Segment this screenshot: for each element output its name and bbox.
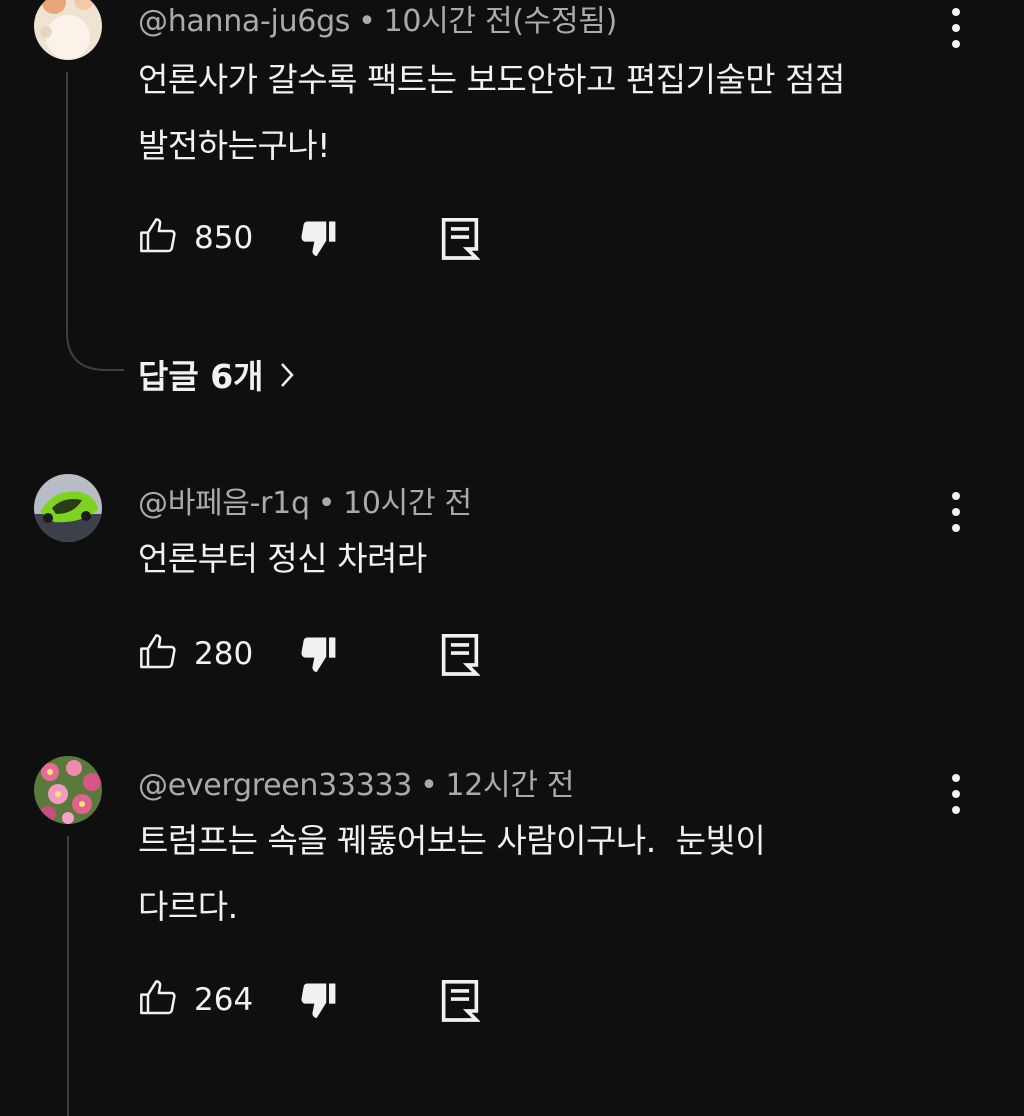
- more-vertical-icon: [952, 8, 960, 16]
- thumbs-down-icon: [301, 983, 336, 1018]
- like-count: 850: [194, 220, 254, 256]
- thumbs-up-icon: [140, 218, 176, 253]
- comment-meta: @hanna-ju6gs • 10시간 전(수정됨): [138, 0, 617, 40]
- comment-text-line: 트럼프는 속을 꿰뚫어보는 사람이구나. 눈빛이: [138, 821, 766, 860]
- like-button[interactable]: [138, 978, 182, 1022]
- like-button[interactable]: [138, 632, 182, 676]
- more-vertical-icon: [952, 774, 960, 782]
- comment-text: 언론부터 정신 차려라: [138, 526, 938, 592]
- dislike-button[interactable]: [296, 632, 342, 678]
- avatar[interactable]: [34, 0, 102, 60]
- author-name[interactable]: @evergreen33333: [138, 768, 412, 803]
- avatar[interactable]: [34, 474, 102, 542]
- thumbs-up-icon: [140, 980, 176, 1015]
- reply-comment-icon: [441, 634, 481, 676]
- comment-text: 트럼프는 속을 꿰뚫어보는 사람이구나. 눈빛이 다르다.: [138, 808, 938, 940]
- comment-meta: @바페음-r1q • 10시간 전: [138, 478, 472, 522]
- comment-time: 12시간 전: [445, 768, 575, 803]
- dislike-button[interactable]: [296, 978, 342, 1024]
- comment-time: 10시간 전: [343, 486, 472, 521]
- more-dot: [952, 508, 960, 516]
- meta-separator: •: [420, 768, 438, 803]
- more-options-button[interactable]: [944, 8, 968, 48]
- reply-button[interactable]: [440, 978, 482, 1024]
- dislike-button[interactable]: [296, 216, 342, 262]
- avatar[interactable]: [34, 756, 102, 824]
- thumbs-down-icon: [301, 637, 336, 672]
- meta-separator: •: [317, 486, 336, 521]
- more-dot: [952, 24, 960, 32]
- comment-text-line: 다르다.: [138, 887, 238, 926]
- replies-label: 답글 6개: [138, 357, 264, 396]
- more-dot: [952, 790, 960, 798]
- thumbs-up-icon: [140, 634, 176, 669]
- reply-comment-icon: [441, 218, 481, 260]
- more-options-button[interactable]: [944, 492, 968, 532]
- like-count: 264: [194, 982, 254, 1018]
- reply-button[interactable]: [440, 632, 482, 678]
- like-button[interactable]: [138, 216, 182, 260]
- thread-connector: [66, 72, 124, 371]
- more-dot: [952, 524, 960, 532]
- more-options-button[interactable]: [944, 774, 968, 814]
- thread-line: [67, 836, 69, 1116]
- thumbs-down-icon: [301, 221, 336, 256]
- view-replies-button[interactable]: 답글 6개: [138, 350, 296, 398]
- more-vertical-icon: [952, 492, 960, 500]
- chevron-right-icon: [278, 359, 296, 398]
- comment-text-line: 언론사가 갈수록 팩트는 보도안하고 편집기술만 점점: [138, 60, 845, 99]
- reply-comment-icon: [441, 980, 481, 1022]
- comment-meta: @evergreen33333 • 12시간 전: [138, 760, 574, 804]
- author-name[interactable]: @hanna-ju6gs: [138, 4, 350, 39]
- author-name[interactable]: @바페음-r1q: [138, 486, 310, 521]
- comment-text-line: 언론부터 정신 차려라: [138, 539, 427, 578]
- comment-time: 10시간 전(수정됨): [383, 4, 618, 39]
- reply-button[interactable]: [440, 216, 482, 262]
- more-dot: [952, 806, 960, 814]
- more-dot: [952, 40, 960, 48]
- like-count: 280: [194, 636, 254, 672]
- comment-text-line: 발전하는구나!: [138, 126, 330, 165]
- comment-text: 언론사가 갈수록 팩트는 보도안하고 편집기술만 점점 발전하는구나!: [138, 47, 938, 179]
- meta-separator: •: [358, 4, 376, 39]
